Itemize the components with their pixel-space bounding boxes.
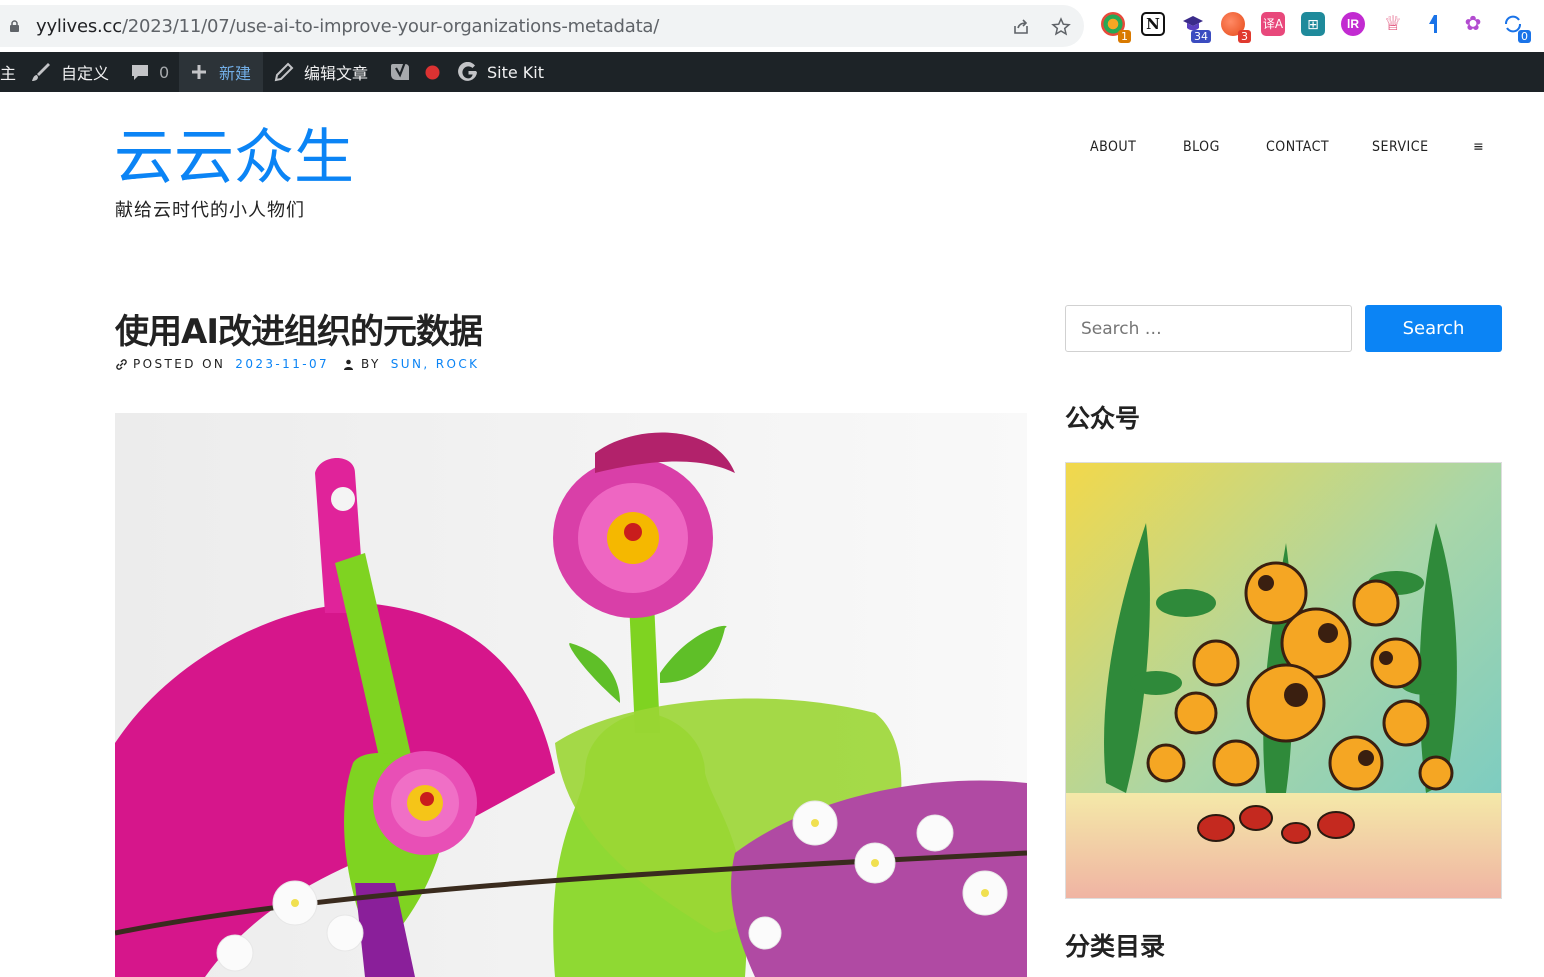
admin-comments-link[interactable]: 0 [130, 52, 169, 92]
search-input[interactable] [1065, 305, 1352, 352]
extension-1-icon[interactable]: 1 [1101, 12, 1131, 43]
plus-icon [192, 65, 206, 79]
url-host: yylives.cc [36, 16, 122, 37]
blue-arrow-icon[interactable] [1421, 12, 1445, 36]
entry-meta: POSTED ON 2023-11-07 BY SUN, ROCK [115, 357, 479, 371]
extension-red-icon[interactable]: 3 [1221, 12, 1251, 43]
site-description: 献给云时代的小人物们 [115, 200, 305, 221]
pencil-icon [274, 62, 294, 82]
url-path: /2023/11/07/use-ai-to-improve-your-organ… [121, 16, 660, 37]
translate-icon[interactable]: 译A [1261, 12, 1285, 36]
wp-admin-bar: 主 自定义 0 新建 编辑文章 Site Kit [0, 52, 1544, 92]
browser-toolbar: yylives.cc/2023/11/07/use-ai-to-improve-… [0, 0, 1544, 52]
crown-icon[interactable]: ♕ [1381, 12, 1405, 36]
admin-sitekit-link[interactable]: Site Kit [458, 52, 544, 92]
lock-icon [10, 20, 19, 32]
search-button[interactable]: Search [1365, 305, 1502, 352]
admin-yoast-link[interactable] [389, 52, 411, 92]
seo-status-dot [425, 52, 440, 92]
menu-icon[interactable]: ≡ [1473, 139, 1484, 155]
share-icon[interactable] [1011, 17, 1031, 37]
comment-icon [132, 65, 148, 80]
nav-service[interactable]: SERVICE [1372, 139, 1429, 155]
link-icon [116, 358, 127, 370]
puzzle-grid-icon[interactable]: ⊞ [1301, 12, 1325, 36]
url-text[interactable]: yylives.cc/2023/11/07/use-ai-to-improve-… [36, 16, 659, 37]
openai-icon[interactable]: ✿ [1461, 12, 1485, 36]
star-icon[interactable] [1051, 17, 1071, 37]
google-g-icon [458, 61, 477, 81]
purple-circle-icon[interactable]: lR [1341, 12, 1365, 36]
widget-title-wechat: 公众号 [1065, 404, 1141, 433]
nav-blog[interactable]: BLOG [1183, 139, 1220, 155]
wechat-image [1065, 462, 1502, 899]
author-link[interactable]: SUN, ROCK [391, 357, 480, 371]
posted-on-label: POSTED ON [133, 357, 226, 371]
admin-customize-link[interactable]: 自定义 [30, 52, 109, 92]
paintbrush-icon [32, 63, 50, 81]
nav-about[interactable]: ABOUT [1090, 139, 1136, 155]
admin-edit-post-link[interactable]: 编辑文章 [274, 52, 368, 92]
admin-site-link[interactable]: 主 [0, 52, 16, 92]
nav-contact[interactable]: CONTACT [1266, 139, 1329, 155]
notion-icon[interactable]: N [1141, 12, 1165, 36]
featured-image [115, 413, 1027, 977]
entry-title: 使用AI改进组织的元数据 [115, 312, 483, 352]
post-date-link[interactable]: 2023-11-07 [235, 357, 329, 371]
site-title[interactable]: 云云众生 [114, 122, 354, 194]
address-bar[interactable]: yylives.cc/2023/11/07/use-ai-to-improve-… [0, 5, 1084, 47]
by-label: BY [361, 357, 381, 371]
widget-title-categories: 分类目录 [1065, 932, 1166, 961]
user-icon [344, 359, 354, 370]
yoast-icon [391, 61, 409, 80]
admin-new-link[interactable]: 新建 [179, 52, 263, 92]
graduation-cap-icon[interactable]: 34 [1181, 12, 1211, 43]
sync-icon[interactable]: 0 [1501, 12, 1531, 43]
